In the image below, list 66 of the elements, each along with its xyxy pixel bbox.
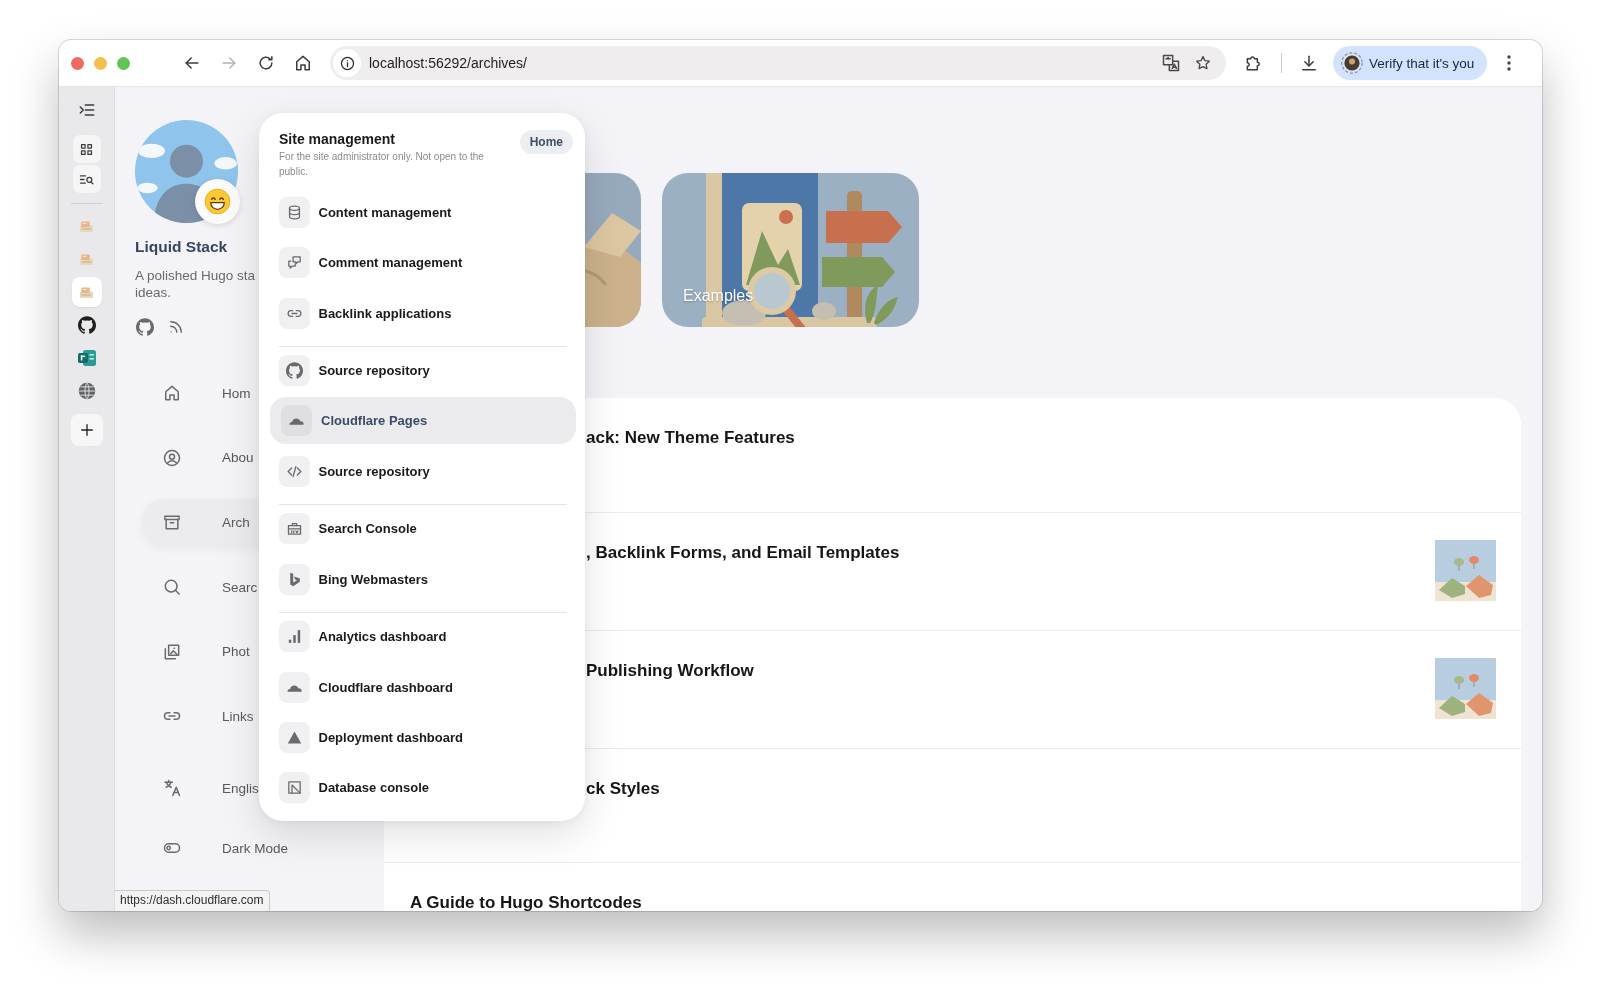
profile-avatar-icon xyxy=(1341,52,1363,74)
post-title[interactable]: ck Styles xyxy=(586,779,660,798)
address-bar[interactable]: localhost:56292/archives/ xyxy=(330,46,1226,80)
photo-placeholder[interactable] xyxy=(662,173,919,327)
menu-item[interactable]: Backlink applications xyxy=(270,289,576,337)
menu-item[interactable]: Source repository xyxy=(270,347,576,395)
home-button[interactable]: Home xyxy=(519,130,573,154)
star-icon[interactable] xyxy=(1194,54,1212,72)
site-title: Liquid Stack xyxy=(135,237,228,256)
triangle-icon xyxy=(278,721,310,753)
database-icon xyxy=(278,197,310,228)
translate-icon xyxy=(162,778,182,799)
menu-title: Site management xyxy=(279,130,395,148)
menu-item[interactable]: Analytics dashboard xyxy=(270,613,576,661)
menu-item[interactable]: Deployment dashboard xyxy=(270,713,576,761)
menu-item[interactable]: Comment management xyxy=(270,239,576,287)
link-preview-tooltip: https://dash.cloudflare.com xyxy=(115,890,271,911)
b-logo-icon xyxy=(278,563,310,595)
nav-link[interactable]: Abou xyxy=(162,434,254,481)
search-icon xyxy=(162,577,182,598)
menu-item[interactable]: Source repository xyxy=(270,447,576,495)
site-description: A polished Hugo sta ideas. xyxy=(135,267,256,301)
chat-bubbles-icon xyxy=(278,247,310,279)
grinning-face-icon xyxy=(195,179,240,224)
cloud-icon xyxy=(278,671,310,703)
nav-link[interactable]: Links xyxy=(162,693,254,740)
post-title[interactable]: , Backlink Forms, and Email Templates xyxy=(586,543,900,562)
briefcase-icon xyxy=(278,513,310,545)
globe-icon[interactable] xyxy=(77,382,96,400)
close-button[interactable] xyxy=(71,56,84,70)
rss-icon[interactable] xyxy=(167,318,185,336)
search-list-icon[interactable] xyxy=(72,165,101,193)
menu-item[interactable]: Database console xyxy=(270,764,576,812)
nav-link[interactable]: Phot xyxy=(162,628,250,675)
post-title[interactable]: ack: New Theme Features xyxy=(586,428,795,447)
info-icon[interactable] xyxy=(333,49,361,77)
bar-chart-icon xyxy=(278,621,310,653)
post-title[interactable]: A Guide to Hugo Shortcodes xyxy=(410,893,642,911)
menu-item[interactable]: Cloudflare dashboard xyxy=(270,663,576,711)
post-title[interactable]: Publishing Workflow xyxy=(586,661,754,680)
cloud-icon xyxy=(281,405,312,437)
menu-item[interactable]: Cloudflare Pages xyxy=(270,397,576,445)
home-icon[interactable] xyxy=(293,53,313,73)
nav-link[interactable]: Searc xyxy=(162,564,258,611)
settings-link[interactable]: Englis xyxy=(162,765,259,812)
code-icon xyxy=(278,455,310,487)
grid-icon[interactable] xyxy=(72,135,101,163)
translate-icon[interactable] xyxy=(1161,53,1181,73)
nav-link[interactable]: Hom xyxy=(162,370,251,416)
settings-link[interactable]: Dark Mode xyxy=(162,825,289,872)
home-icon xyxy=(162,383,182,403)
github-icon xyxy=(278,355,310,387)
app-tile-icon[interactable] xyxy=(77,350,96,366)
menu-item[interactable]: Bing Webmasters xyxy=(270,555,576,603)
plus-icon[interactable] xyxy=(70,414,103,446)
square-diagonal-icon xyxy=(278,772,310,804)
user-circle-icon xyxy=(162,447,182,468)
download-icon[interactable] xyxy=(1299,53,1319,73)
github-icon[interactable] xyxy=(77,316,96,334)
reload-icon[interactable] xyxy=(256,53,276,73)
profile-button[interactable]: Verify that it's you xyxy=(1333,46,1488,80)
link-icon xyxy=(278,297,310,329)
kebab-menu-icon[interactable] xyxy=(1507,55,1512,71)
menu-item[interactable]: Content management xyxy=(270,189,576,236)
photo-placeholder[interactable] xyxy=(584,173,641,327)
menu-description: For the site administrator only. Not open to the public. xyxy=(279,150,485,179)
